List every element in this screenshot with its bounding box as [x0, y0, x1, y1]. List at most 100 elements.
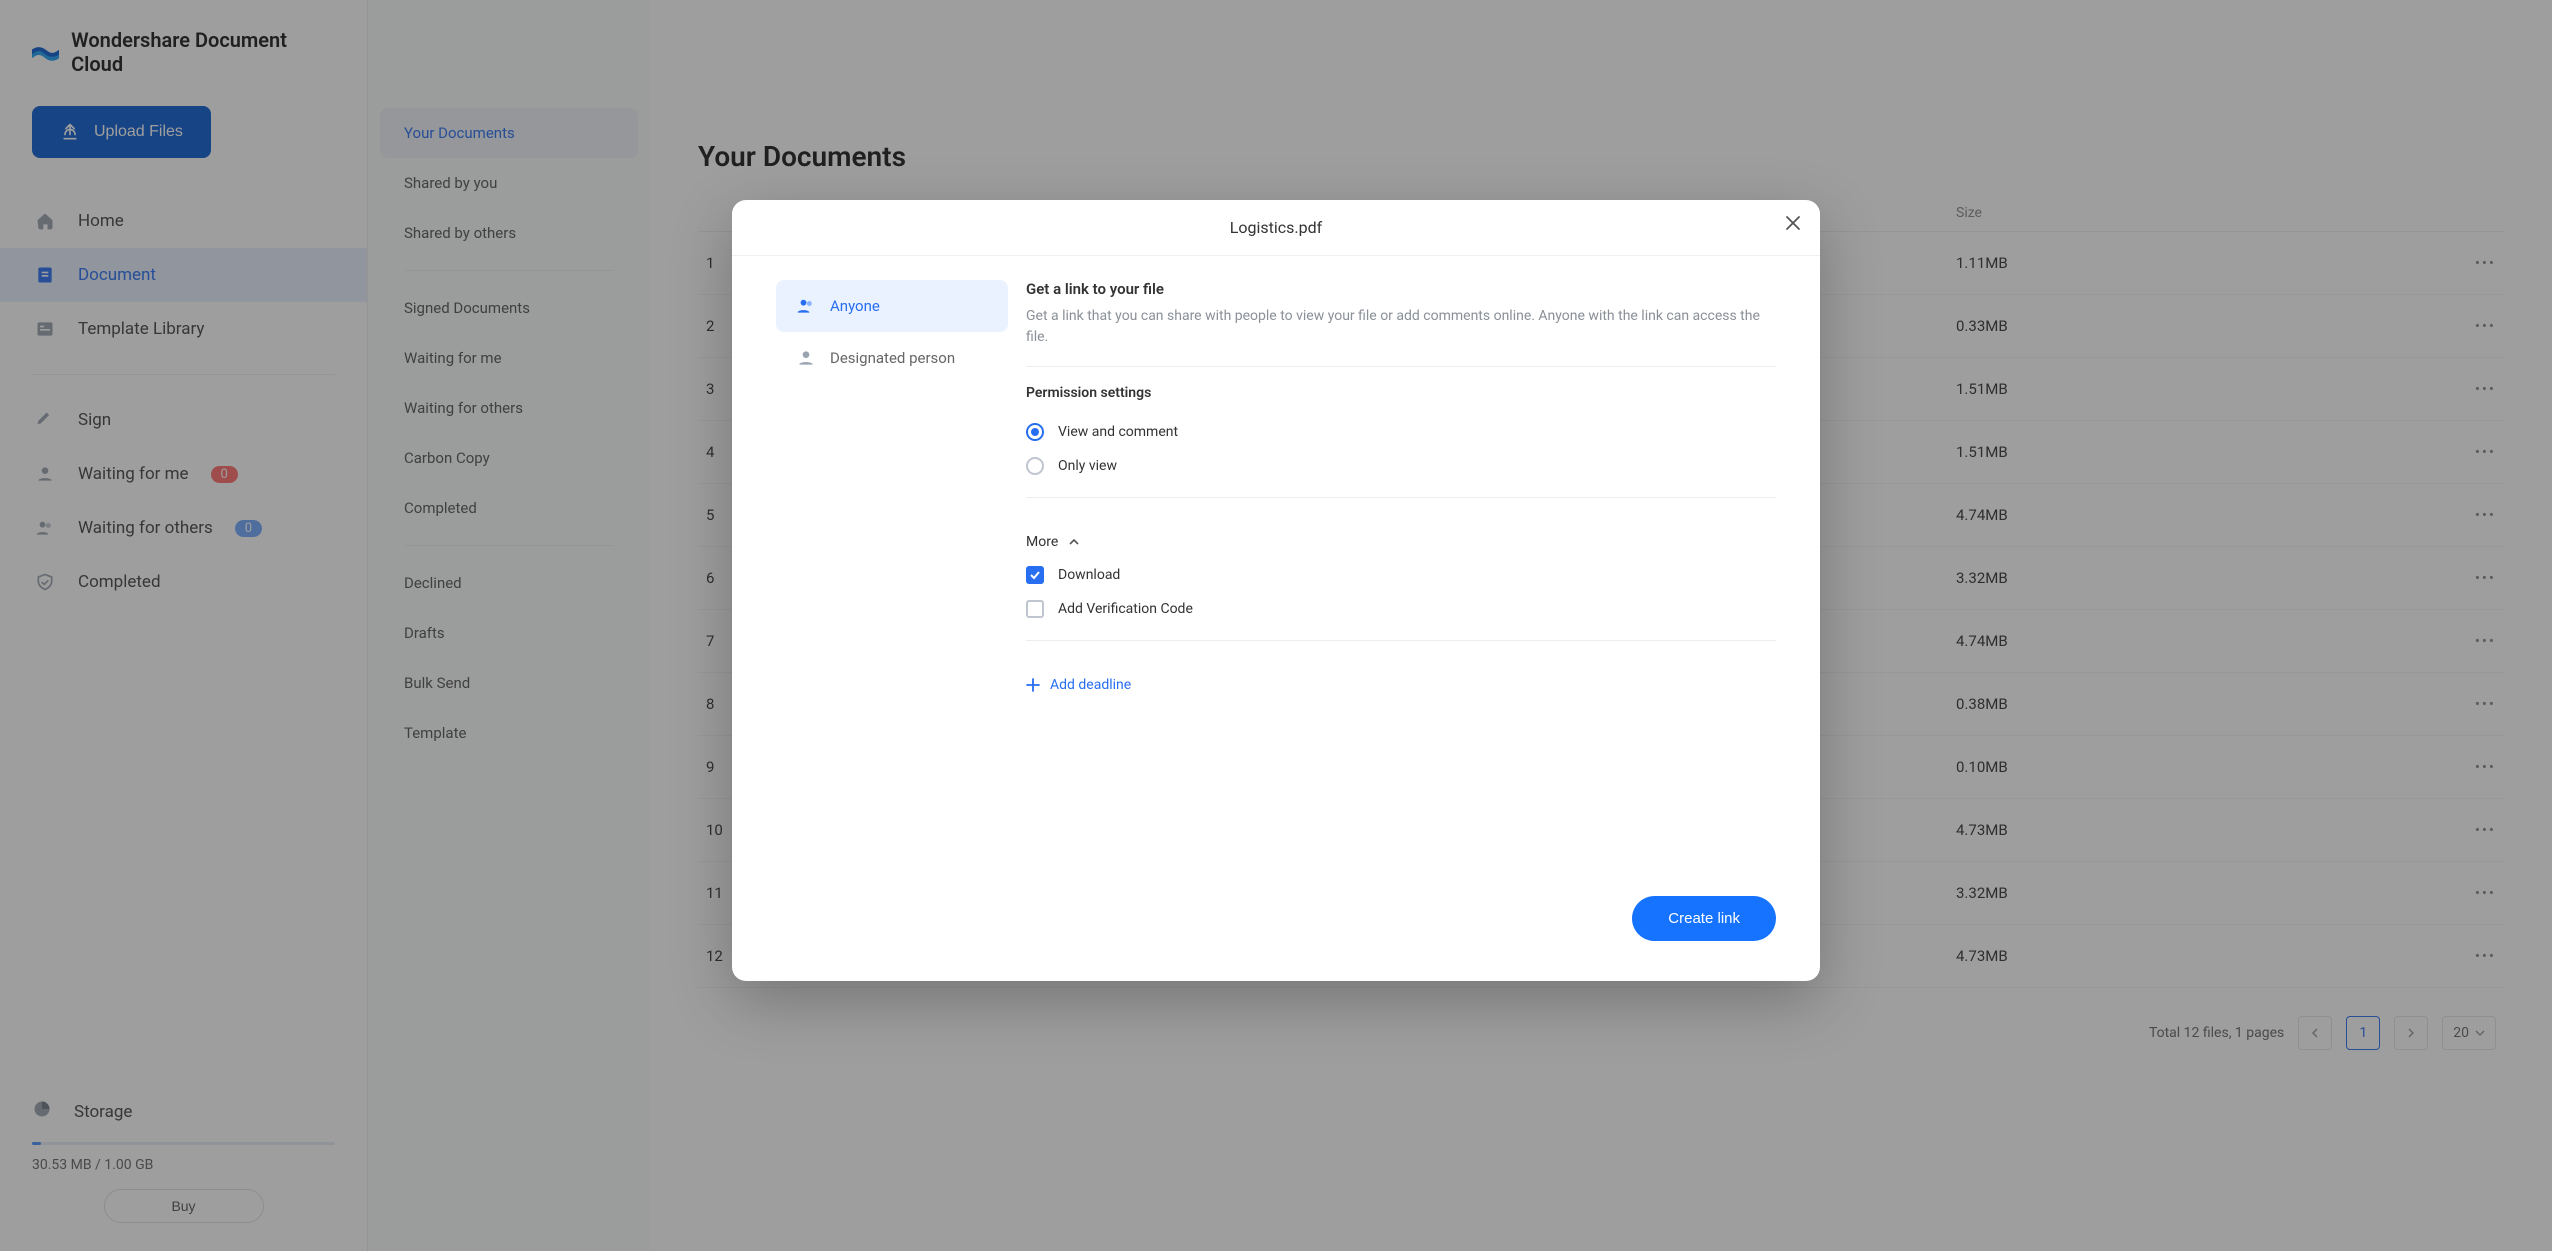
- people-icon: [796, 296, 816, 316]
- users-icon: [34, 517, 56, 539]
- row-size: 0.38MB: [1956, 695, 2416, 713]
- storage-section: Storage: [32, 1099, 335, 1124]
- sec-template[interactable]: Template: [380, 708, 638, 758]
- sec-shared-by-you[interactable]: Shared by you: [380, 158, 638, 208]
- row-size: 4.74MB: [1956, 506, 2416, 524]
- template-icon: [34, 318, 56, 340]
- nav-completed-label: Completed: [78, 572, 161, 592]
- radio-icon: [1026, 423, 1044, 441]
- nav-completed[interactable]: Completed: [0, 555, 367, 609]
- create-link-button[interactable]: Create link: [1632, 896, 1776, 941]
- nav-document[interactable]: Document: [0, 248, 367, 302]
- sign-icon: [34, 409, 56, 431]
- row-more-icon[interactable]: •••: [2475, 884, 2496, 902]
- nav-waiting-others-label: Waiting for others: [78, 518, 213, 538]
- upload-files-button[interactable]: Upload Files: [32, 106, 211, 158]
- nav-waiting-me-label: Waiting for me: [78, 464, 189, 484]
- nav-sign[interactable]: Sign: [0, 393, 367, 447]
- sec-shared-by-others[interactable]: Shared by others: [380, 208, 638, 258]
- sec-bulk-send[interactable]: Bulk Send: [380, 658, 638, 708]
- pager-next[interactable]: [2394, 1016, 2428, 1050]
- permission-view-comment[interactable]: View and comment: [1026, 415, 1776, 449]
- more-label: More: [1026, 534, 1058, 550]
- row-size: 4.73MB: [1956, 947, 2416, 965]
- nav-sign-label: Sign: [78, 410, 111, 430]
- permission-view-comment-label: View and comment: [1058, 424, 1178, 440]
- row-more-icon[interactable]: •••: [2475, 380, 2496, 398]
- row-more-icon[interactable]: •••: [2475, 695, 2496, 713]
- add-deadline-button[interactable]: Add deadline: [1026, 659, 1776, 693]
- home-icon: [34, 210, 56, 232]
- checkbox-empty-icon: [1026, 600, 1044, 618]
- sec-carbon-copy[interactable]: Carbon Copy: [380, 433, 638, 483]
- page-title: Your Documents: [698, 140, 2504, 173]
- sec-completed[interactable]: Completed: [380, 483, 638, 533]
- share-description: Get a link that you can share with peopl…: [1026, 306, 1776, 348]
- nav-document-label: Document: [78, 265, 156, 285]
- sec-waiting-others[interactable]: Waiting for others: [380, 383, 638, 433]
- document-icon: [34, 264, 56, 286]
- page-size-select[interactable]: 20: [2442, 1016, 2496, 1050]
- user-icon: [34, 463, 56, 485]
- row-more-icon[interactable]: •••: [2475, 947, 2496, 965]
- storage-label: Storage: [74, 1102, 132, 1122]
- verification-label: Add Verification Code: [1058, 601, 1193, 617]
- row-size: 1.51MB: [1956, 443, 2416, 461]
- row-size: 3.32MB: [1956, 884, 2416, 902]
- download-checkbox[interactable]: Download: [1026, 550, 1776, 592]
- download-label: Download: [1058, 567, 1120, 583]
- nav-home-label: Home: [78, 211, 124, 231]
- footer-total: Total 12 files, 1 pages: [2149, 1025, 2284, 1041]
- sec-declined[interactable]: Declined: [380, 558, 638, 608]
- sec-waiting-me[interactable]: Waiting for me: [380, 333, 638, 383]
- row-more-icon[interactable]: •••: [2475, 443, 2496, 461]
- col-size: Size: [1956, 205, 2416, 221]
- sec-drafts[interactable]: Drafts: [380, 608, 638, 658]
- share-tab-designated[interactable]: Designated person: [776, 332, 1008, 384]
- share-heading: Get a link to your file: [1026, 280, 1776, 298]
- brand-text: Wondershare Document Cloud: [71, 28, 335, 76]
- verification-checkbox[interactable]: Add Verification Code: [1026, 592, 1776, 626]
- radio-icon: [1026, 457, 1044, 475]
- row-size: 0.33MB: [1956, 317, 2416, 335]
- row-more-icon[interactable]: •••: [2475, 821, 2496, 839]
- page-size-value: 20: [2453, 1025, 2469, 1041]
- row-size: 3.32MB: [1956, 569, 2416, 587]
- row-size: 4.74MB: [1956, 632, 2416, 650]
- waiting-me-badge: 0: [211, 466, 238, 483]
- buy-storage-button[interactable]: Buy: [104, 1189, 264, 1223]
- sec-signed-documents[interactable]: Signed Documents: [380, 283, 638, 333]
- share-modal: Logistics.pdf Anyone Designated person G…: [732, 200, 1820, 981]
- permission-heading: Permission settings: [1026, 385, 1776, 401]
- pager-page-1[interactable]: 1: [2346, 1016, 2380, 1050]
- share-tab-designated-label: Designated person: [830, 349, 955, 367]
- nav-waiting-for-others[interactable]: Waiting for others 0: [0, 501, 367, 555]
- upload-files-label: Upload Files: [94, 123, 183, 141]
- nav-waiting-for-me[interactable]: Waiting for me 0: [0, 447, 367, 501]
- row-more-icon[interactable]: •••: [2475, 317, 2496, 335]
- pager-prev[interactable]: [2298, 1016, 2332, 1050]
- modal-title: Logistics.pdf: [1230, 218, 1322, 237]
- share-tab-anyone[interactable]: Anyone: [776, 280, 1008, 332]
- chevron-up-icon: [1068, 536, 1080, 548]
- storage-icon: [32, 1099, 52, 1124]
- storage-text: 30.53 MB / 1.00 GB: [32, 1157, 335, 1173]
- waiting-others-badge: 0: [235, 520, 262, 537]
- sec-your-documents[interactable]: Your Documents: [380, 108, 638, 158]
- share-tab-anyone-label: Anyone: [830, 297, 880, 315]
- nav-template-library[interactable]: Template Library: [0, 302, 367, 356]
- storage-progress: [32, 1142, 335, 1145]
- row-size: 1.51MB: [1956, 380, 2416, 398]
- row-more-icon[interactable]: •••: [2475, 254, 2496, 272]
- row-more-icon[interactable]: •••: [2475, 758, 2496, 776]
- row-more-icon[interactable]: •••: [2475, 632, 2496, 650]
- more-toggle[interactable]: More: [1026, 516, 1776, 550]
- brand: Wondershare Document Cloud: [0, 0, 367, 100]
- permission-only-view[interactable]: Only view: [1026, 449, 1776, 483]
- permission-only-view-label: Only view: [1058, 458, 1117, 474]
- row-more-icon[interactable]: •••: [2475, 506, 2496, 524]
- row-more-icon[interactable]: •••: [2475, 569, 2496, 587]
- upload-icon: [60, 122, 80, 142]
- close-icon[interactable]: [1784, 214, 1802, 236]
- nav-home[interactable]: Home: [0, 194, 367, 248]
